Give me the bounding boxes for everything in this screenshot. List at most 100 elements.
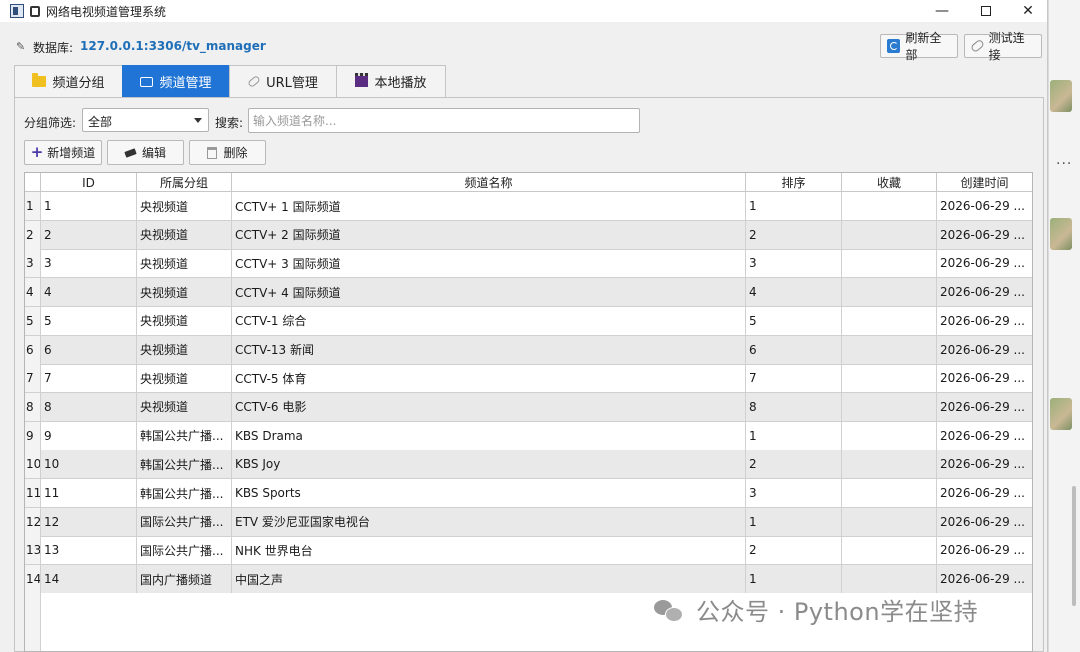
cell-channel-name[interactable]: KBS Joy <box>232 450 746 479</box>
cell-created-time[interactable]: 2026-06-29 ... <box>937 278 1032 306</box>
cell-created-time[interactable]: 2026-06-29 ... <box>937 221 1032 249</box>
cell-sort[interactable]: 8 <box>746 392 842 421</box>
cell-favorite[interactable] <box>842 421 937 450</box>
table-row[interactable]: 5 5 央视频道 CCTV-1 综合 5 2026-06-29 ... <box>25 306 1032 336</box>
table-row[interactable]: 12 12 国际公共广播... ETV 爱沙尼亚国家电视台 1 2026-06-29 ..… <box>25 507 1032 537</box>
cell-created-time[interactable]: 2026-06-29 ... <box>937 307 1032 335</box>
tab-channel-management[interactable]: 频道管理 <box>122 65 230 97</box>
cell-id[interactable]: 8 <box>41 392 137 421</box>
table-row[interactable]: 11 11 韩国公共广播... KBS Sports 3 2026-06-29 ... <box>25 479 1032 508</box>
add-channel-button[interactable]: + 新增频道 <box>24 140 102 165</box>
cell-favorite[interactable] <box>842 507 937 536</box>
cell-favorite[interactable] <box>842 249 937 278</box>
table-row[interactable]: 6 6 央视频道 CCTV-13 新闻 6 2026-06-29 ... <box>25 335 1032 365</box>
cell-id[interactable]: 4 <box>41 278 137 307</box>
cell-sort[interactable]: 4 <box>746 278 842 307</box>
cell-channel-name[interactable]: NHK 世界电台 <box>232 536 746 565</box>
cell-group[interactable]: 央视频道 <box>137 220 232 249</box>
row-number[interactable]: 13 <box>25 536 41 565</box>
search-input[interactable] <box>248 108 640 133</box>
cell-group[interactable]: 央视频道 <box>137 364 232 393</box>
cell-id[interactable]: 1 <box>41 192 137 220</box>
row-number[interactable]: 2 <box>25 220 41 249</box>
table-row[interactable]: 13 13 国际公共广播... NHK 世界电台 2 2026-06-29 ... <box>25 536 1032 566</box>
header-id[interactable]: ID <box>41 173 137 192</box>
maximize-button[interactable] <box>964 0 1008 22</box>
cell-favorite[interactable] <box>842 192 937 220</box>
cell-group[interactable]: 韩国公共广播... <box>137 450 232 479</box>
cell-channel-name[interactable]: KBS Drama <box>232 421 746 450</box>
cell-channel-name[interactable]: CCTV-5 体育 <box>232 364 746 393</box>
header-sort[interactable]: 排序 <box>746 173 842 192</box>
cell-created-time[interactable]: 2026-06-29 ... <box>937 422 1032 450</box>
cell-sort[interactable]: 2 <box>746 220 842 249</box>
cell-created-time[interactable]: 2026-06-29 ... <box>937 393 1032 421</box>
cell-group[interactable]: 央视频道 <box>137 392 232 421</box>
cell-channel-name[interactable]: CCTV-13 新闻 <box>232 335 746 364</box>
cell-channel-name[interactable]: ETV 爱沙尼亚国家电视台 <box>232 507 746 536</box>
cell-group[interactable]: 央视频道 <box>137 249 232 278</box>
cell-created-time[interactable]: 2026-06-29 ... <box>937 536 1032 564</box>
cell-group[interactable]: 国内广播频道 <box>137 565 232 594</box>
cell-created-time[interactable]: 2026-06-29 ... <box>937 364 1032 392</box>
cell-group[interactable]: 国际公共广播... <box>137 507 232 536</box>
table-row[interactable]: 4 4 央视频道 CCTV+ 4 国际频道 4 2026-06-29 ... <box>25 278 1032 308</box>
row-number[interactable]: 12 <box>25 507 41 536</box>
cell-sort[interactable]: 2 <box>746 450 842 479</box>
tab-local-playback[interactable]: 本地播放 <box>336 65 446 97</box>
cell-group[interactable]: 央视频道 <box>137 192 232 220</box>
header-favorite[interactable]: 收藏 <box>842 173 937 192</box>
cell-sort[interactable]: 7 <box>746 364 842 393</box>
header-group[interactable]: 所属分组 <box>137 173 232 192</box>
cell-sort[interactable]: 1 <box>746 192 842 220</box>
refresh-all-button[interactable]: 刷新全部 <box>880 31 958 62</box>
cell-created-time[interactable]: 2026-06-29 ... <box>937 192 1032 220</box>
cell-id[interactable]: 9 <box>41 421 137 450</box>
row-number[interactable]: 1 <box>25 192 41 220</box>
table-row[interactable]: 8 8 央视频道 CCTV-6 电影 8 2026-06-29 ... <box>25 392 1032 422</box>
cell-id[interactable]: 2 <box>41 220 137 249</box>
cell-id[interactable]: 10 <box>41 450 137 479</box>
cell-channel-name[interactable]: CCTV+ 3 国际频道 <box>232 249 746 278</box>
delete-button[interactable]: 删除 <box>189 140 266 165</box>
cell-sort[interactable]: 3 <box>746 479 842 507</box>
cell-favorite[interactable] <box>842 565 937 594</box>
table-row[interactable]: 1 1 央视频道 CCTV+ 1 国际频道 1 2026-06-29 ... <box>25 192 1032 221</box>
cell-channel-name[interactable]: CCTV-1 综合 <box>232 306 746 335</box>
cell-favorite[interactable] <box>842 278 937 307</box>
cell-created-time[interactable]: 2026-06-29 ... <box>937 565 1032 593</box>
cell-channel-name[interactable]: CCTV+ 4 国际频道 <box>232 278 746 307</box>
cell-created-time[interactable]: 2026-06-29 ... <box>937 508 1032 536</box>
cell-id[interactable]: 3 <box>41 249 137 278</box>
tab-url-management[interactable]: URL管理 <box>229 65 337 97</box>
cell-channel-name[interactable]: CCTV+ 2 国际频道 <box>232 220 746 249</box>
cell-favorite[interactable] <box>842 220 937 249</box>
close-button[interactable]: ✕ <box>1006 0 1050 22</box>
test-connection-button[interactable]: 测试连接 <box>964 31 1042 62</box>
row-number[interactable]: 7 <box>25 364 41 393</box>
cell-group[interactable]: 央视频道 <box>137 306 232 335</box>
cell-sort[interactable]: 1 <box>746 565 842 594</box>
table-row[interactable]: 10 10 韩国公共广播... KBS Joy 2 2026-06-29 ... <box>25 450 1032 480</box>
header-corner[interactable] <box>25 173 41 192</box>
row-number[interactable]: 3 <box>25 249 41 278</box>
header-channel-name[interactable]: 频道名称 <box>232 173 746 192</box>
cell-channel-name[interactable]: 中国之声 <box>232 565 746 594</box>
cell-group[interactable]: 国际公共广播... <box>137 536 232 565</box>
row-number[interactable]: 8 <box>25 392 41 421</box>
cell-created-time[interactable]: 2026-06-29 ... <box>937 336 1032 364</box>
row-number[interactable]: 4 <box>25 278 41 307</box>
cell-id[interactable]: 13 <box>41 536 137 565</box>
tab-channel-groups[interactable]: 频道分组 <box>14 65 123 97</box>
cell-channel-name[interactable]: CCTV+ 1 国际频道 <box>232 192 746 220</box>
minimize-button[interactable]: — <box>920 0 964 22</box>
row-number[interactable]: 6 <box>25 335 41 364</box>
cell-created-time[interactable]: 2026-06-29 ... <box>937 249 1032 277</box>
row-number[interactable]: 11 <box>25 479 41 507</box>
cell-created-time[interactable]: 2026-06-29 ... <box>937 450 1032 478</box>
cell-favorite[interactable] <box>842 450 937 479</box>
table-row[interactable]: 9 9 韩国公共广播... KBS Drama 1 2026-06-29 ... <box>25 421 1032 451</box>
cell-id[interactable]: 14 <box>41 565 137 594</box>
cell-sort[interactable]: 1 <box>746 421 842 450</box>
row-number[interactable]: 5 <box>25 306 41 335</box>
